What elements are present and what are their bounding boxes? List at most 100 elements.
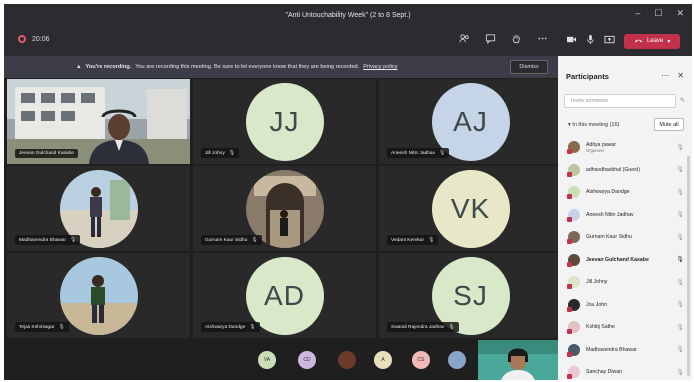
- recording-text: You are recording this meeting. Be sure …: [135, 64, 360, 70]
- leave-button[interactable]: Leave ▾: [624, 33, 681, 49]
- participants-panel: Participants ⋯ ✕ Invite someone ✎ ▾ In t…: [558, 56, 692, 380]
- title-bar: "Anti Untouchability Week" (2 to 8 Sept.…: [4, 4, 692, 26]
- maximize-icon[interactable]: ☐: [654, 8, 662, 19]
- participant-name: Swarali Rajendra Jadhav 🎙: [387, 322, 459, 332]
- participant-name: Jeevan Gulchand Kasabe: [586, 256, 649, 263]
- mic-off-icon: 🎙: [251, 237, 258, 243]
- participant-row[interactable]: Sanchay Diwan 🎙: [558, 361, 692, 380]
- mic-off-icon: 🎙: [249, 324, 256, 330]
- mic-off-icon: 🎙: [58, 324, 65, 330]
- panel-scrollbar[interactable]: [687, 156, 690, 376]
- avatar: [567, 276, 580, 290]
- invite-input[interactable]: Invite someone: [564, 94, 676, 108]
- video-tile[interactable]: Jeevan Gulchand Kasabe: [7, 79, 190, 164]
- avatar: [567, 163, 580, 177]
- close-panel-icon[interactable]: ✕: [677, 71, 684, 80]
- toolbar-icons: [458, 33, 548, 47]
- video-tile[interactable]: Gurnam Kaur Sidhu 🎙: [193, 166, 376, 251]
- mic-off-icon: 🎙: [439, 150, 446, 156]
- overflow-avatar[interactable]: VA: [258, 351, 276, 369]
- mic-on-icon: 🎙: [676, 257, 684, 264]
- video-icon[interactable]: [566, 35, 577, 47]
- video-tile[interactable]: Madhavendra Bhawar 🎙: [7, 166, 190, 251]
- warning-icon: ▲: [76, 64, 82, 70]
- overflow-avatar[interactable]: [448, 351, 466, 369]
- participant-name: Aishwarya Dandge: [586, 189, 630, 196]
- participant-row[interactable]: Aishwarya Dandge 🎙: [558, 181, 692, 204]
- avatar: [567, 343, 580, 357]
- participant-name: Jeevan Gulchand Kasabe: [15, 149, 78, 158]
- privacy-policy-link[interactable]: Privacy policy: [363, 64, 397, 70]
- mic-off-icon: 🎙: [676, 279, 684, 286]
- recording-strong: You're recording.: [85, 64, 132, 70]
- dismiss-button[interactable]: Dismiss: [510, 60, 548, 74]
- participant-row[interactable]: Kshitij Sathe 🎙: [558, 316, 692, 339]
- video-tile[interactable]: SJ Swarali Rajendra Jadhav 🎙: [379, 253, 562, 338]
- overflow-avatar[interactable]: A: [374, 351, 392, 369]
- elapsed-time: 20:06: [32, 35, 50, 43]
- participant-name: Gurnam Kaur Sidhu 🎙: [201, 235, 262, 245]
- mic-off-icon: 🎙: [676, 144, 684, 151]
- overflow-avatar[interactable]: [338, 351, 356, 369]
- participant-name: Jill Johny 🎙: [201, 148, 240, 158]
- chat-icon[interactable]: [484, 33, 496, 47]
- phone-hangup-icon: [634, 38, 643, 45]
- mic-icon[interactable]: [586, 34, 595, 48]
- participant-name: Sanchay Diwan: [586, 369, 623, 376]
- recording-dot-icon: [18, 35, 26, 43]
- window-title: "Anti Untouchability Week" (2 to 8 Sept.…: [285, 11, 411, 19]
- participant-name: adhavdhavbhal (Guest): [586, 166, 640, 173]
- close-icon[interactable]: ✕: [676, 8, 684, 19]
- video-tile[interactable]: AD Aishwarya Dandge 🎙: [193, 253, 376, 338]
- avatar: [567, 231, 580, 245]
- window-controls: – ☐ ✕: [635, 8, 684, 19]
- in-meeting-label: ▾ In this meeting (16): [568, 122, 620, 128]
- participant-name: Gurnam Kaur Sidhu: [586, 234, 632, 241]
- chevron-down-icon: ▾: [568, 122, 571, 128]
- participants-list: Aditya pawar Organizer 🎙 adhavdhavbhal (G…: [558, 136, 692, 380]
- more-icon[interactable]: [536, 33, 548, 47]
- participant-name: Aditya pawar: [586, 141, 616, 148]
- mute-all-button[interactable]: Mute all: [654, 118, 684, 131]
- participant-name: Aneesh Nitin Jadhav 🎙: [387, 148, 450, 158]
- overflow-avatar[interactable]: CD: [298, 351, 316, 369]
- participant-row[interactable]: Aneesh Nitin Jadhav 🎙: [558, 204, 692, 227]
- mic-off-icon: 🎙: [676, 369, 684, 376]
- mic-off-icon: 🎙: [676, 167, 684, 174]
- meeting-toolbar: 20:06: [4, 26, 558, 56]
- avatar: [567, 253, 580, 267]
- participant-row[interactable]: Gurnam Kaur Sidhu 🎙: [558, 226, 692, 249]
- video-tile[interactable]: AJ Aneesh Nitin Jadhav 🎙: [379, 79, 562, 164]
- people-icon[interactable]: [458, 33, 470, 47]
- recording-banner: ▲ You're recording. You are recording th…: [4, 56, 558, 78]
- mic-off-icon: 🎙: [676, 234, 684, 241]
- avatar: [567, 298, 580, 312]
- raise-hand-icon[interactable]: [510, 33, 522, 47]
- video-tile[interactable]: JJ Jill Johny 🎙: [193, 79, 376, 164]
- mic-off-icon: 🎙: [69, 237, 77, 243]
- initials-avatar: JJ: [245, 82, 324, 161]
- mic-off-icon: 🎙: [228, 150, 236, 156]
- participant-name: Jill Johny: [586, 279, 608, 286]
- video-tile[interactable]: VK Vedant Kerekar 🎙: [379, 166, 562, 251]
- avatar: [567, 141, 580, 155]
- participant-row[interactable]: adhavdhavbhal (Guest) 🎙: [558, 159, 692, 182]
- participants-title: Participants: [566, 72, 609, 81]
- avatar: [567, 321, 580, 335]
- participant-row[interactable]: Jeevan Gulchand Kasabe 🎙: [558, 249, 692, 272]
- minimize-icon[interactable]: –: [635, 8, 640, 19]
- call-controls: Leave ▾: [558, 26, 692, 56]
- teams-meeting-window: "Anti Untouchability Week" (2 to 8 Sept.…: [4, 4, 692, 380]
- self-view-video[interactable]: [478, 340, 558, 380]
- share-screen-icon[interactable]: [604, 35, 615, 48]
- video-tile[interactable]: Tejas Kshirsagar 🎙: [7, 253, 190, 338]
- share-invite-icon[interactable]: ✎: [680, 97, 685, 104]
- more-options-icon[interactable]: ⋯: [661, 71, 669, 80]
- avatar: [567, 186, 580, 200]
- participant-row[interactable]: Jou John 🎙: [558, 294, 692, 317]
- participant-row[interactable]: Jill Johny 🎙: [558, 271, 692, 294]
- participant-name: Kshitij Sathe: [586, 324, 615, 331]
- participant-row[interactable]: Madhavendra Bhawar 🎙: [558, 339, 692, 362]
- overflow-avatar[interactable]: CS: [412, 351, 430, 369]
- participant-row[interactable]: Aditya pawar Organizer 🎙: [558, 136, 692, 159]
